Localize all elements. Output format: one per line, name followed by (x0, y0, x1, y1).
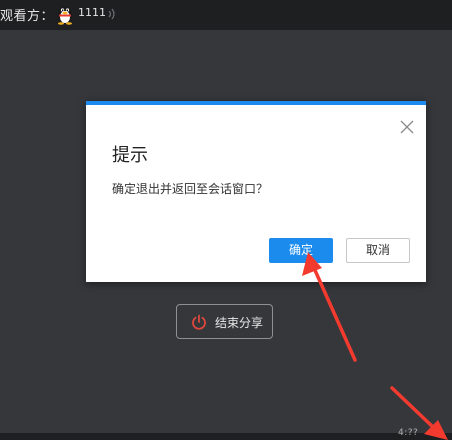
power-icon (191, 314, 207, 330)
end-share-button[interactable]: 结束分享 (176, 304, 273, 339)
viewer-label: 观看方： (0, 9, 55, 24)
signal-icon (107, 6, 117, 20)
dialog-message: 确定退出并返回至会话窗口？ (112, 182, 269, 196)
corner-text: 4:?? (398, 428, 419, 438)
viewer-name: 1111 (78, 6, 106, 19)
end-share-label: 结束分享 (215, 316, 264, 330)
exit-confirm-dialog: 提示 确定退出并返回至会话窗口？ 确定 取消 (86, 101, 426, 282)
confirm-button[interactable]: 确定 (269, 238, 333, 263)
dialog-title: 提示 (112, 145, 148, 166)
cancel-button[interactable]: 取消 (346, 238, 410, 263)
bottom-bar (0, 433, 452, 440)
close-icon[interactable] (400, 119, 414, 134)
viewer-bar: 观看方： 1111 (0, 0, 452, 30)
qq-penguin-icon (56, 3, 74, 25)
